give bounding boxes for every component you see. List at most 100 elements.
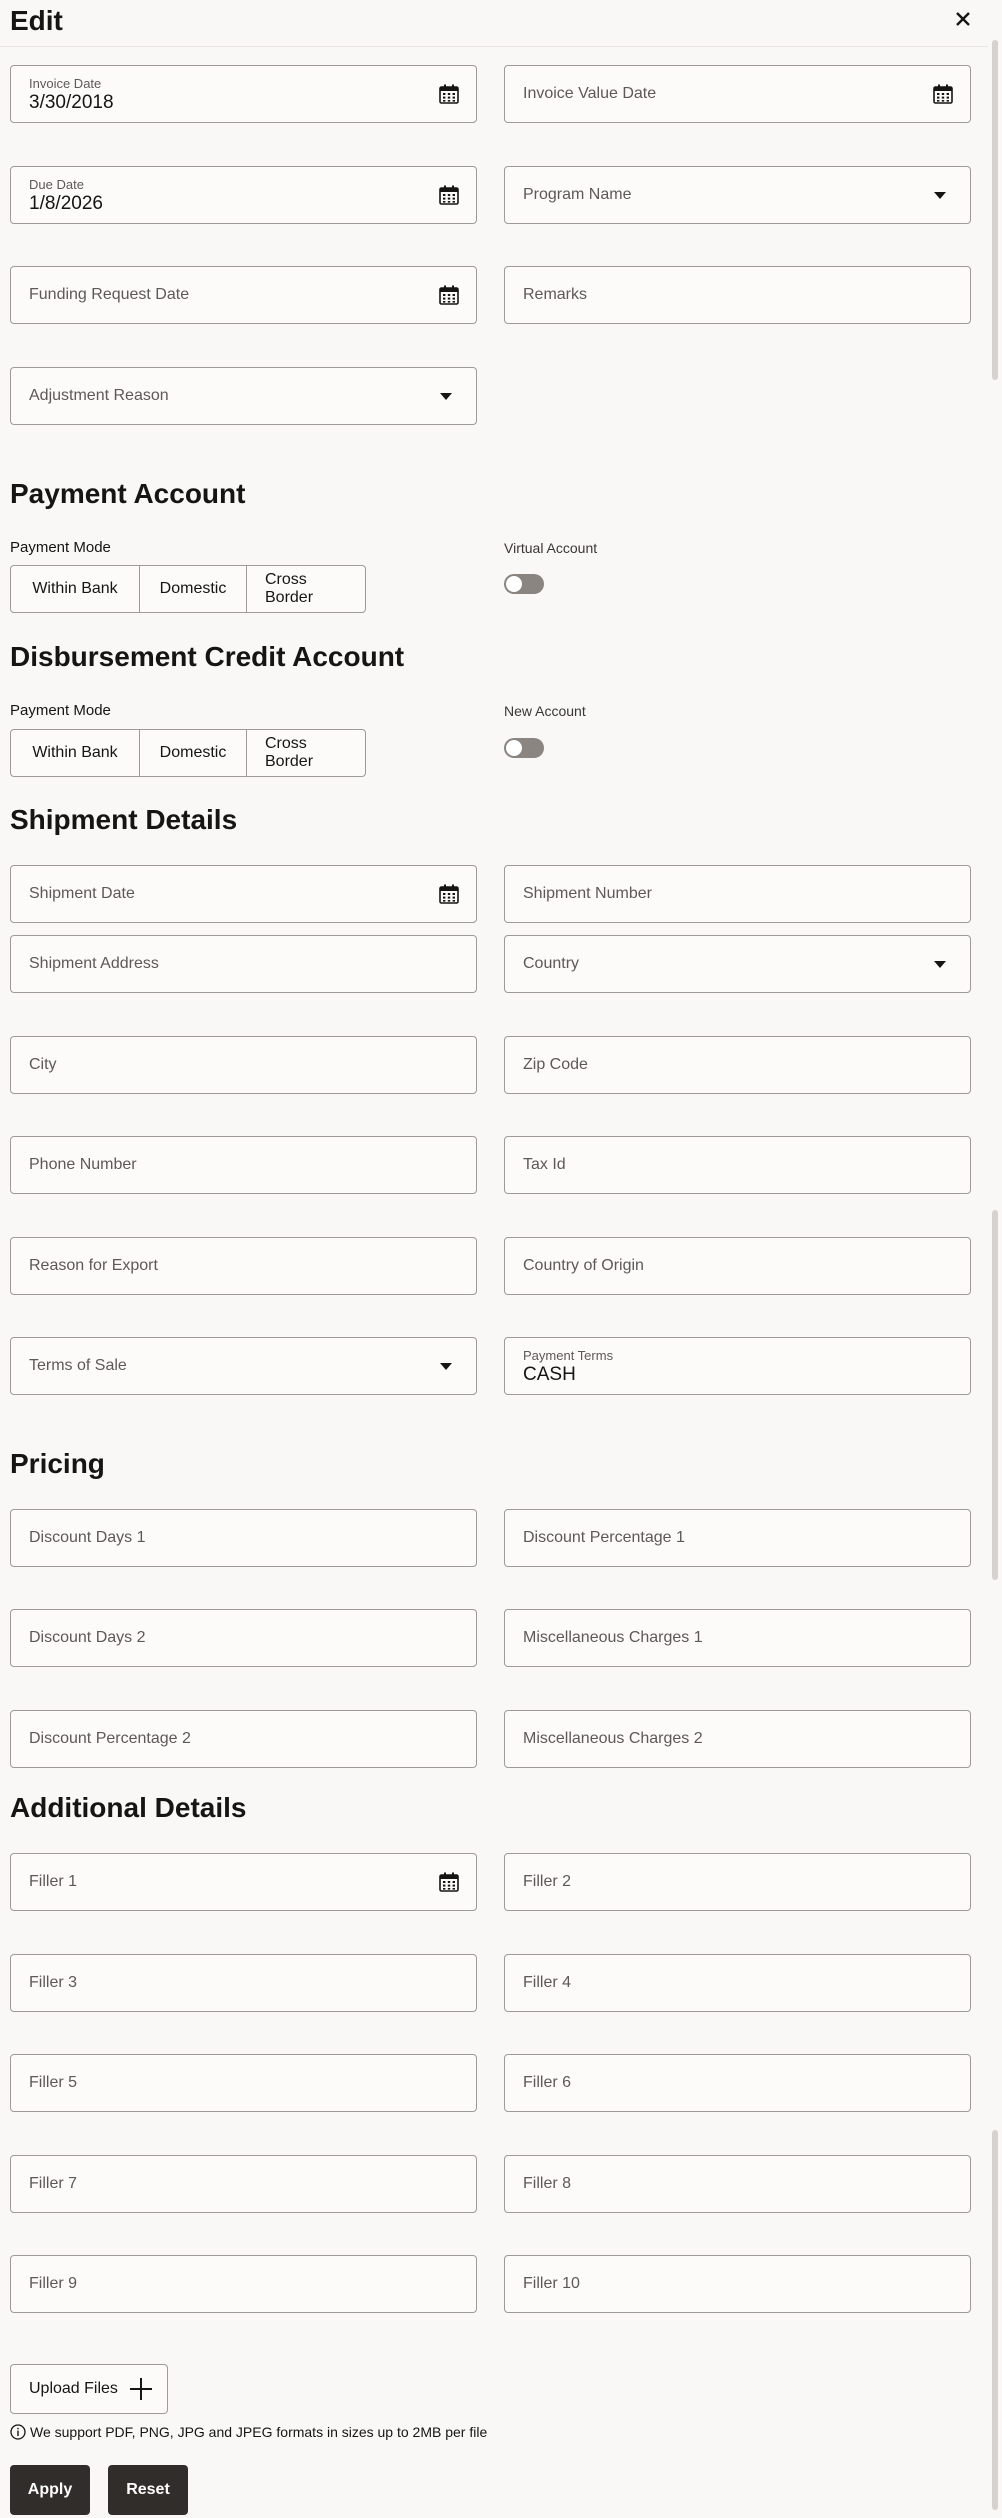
field-label: Discount Days 2: [29, 1629, 146, 1646]
filler-6-field[interactable]: Filler 6: [504, 2054, 971, 2112]
apply-button[interactable]: Apply: [10, 2465, 90, 2515]
field-label: Filler 4: [523, 1974, 572, 1991]
new-account-toggle[interactable]: [504, 738, 544, 758]
misc-charges-2-field[interactable]: Miscellaneous Charges 2: [504, 1710, 971, 1768]
discount-days-2-field[interactable]: Discount Days 2: [10, 1609, 477, 1667]
field-label: Remarks: [523, 286, 588, 303]
filler-8-field[interactable]: Filler 8: [504, 2155, 971, 2213]
filler-9-field[interactable]: Filler 9: [10, 2255, 477, 2313]
payment-mode-label: Payment Mode: [10, 539, 111, 556]
adjustment-reason-select[interactable]: Adjustment Reason: [10, 367, 477, 425]
phone-number-field[interactable]: Phone Number: [10, 1136, 477, 1194]
field-label: City: [29, 1056, 57, 1073]
calendar-icon[interactable]: [438, 184, 460, 206]
due-date-field[interactable]: Due Date 1/8/2026: [10, 166, 477, 224]
filler-10-field[interactable]: Filler 10: [504, 2255, 971, 2313]
field-label: Filler 10: [523, 2275, 580, 2292]
shipment-number-field[interactable]: Shipment Number: [504, 865, 971, 923]
misc-charges-1-field[interactable]: Miscellaneous Charges 1: [504, 1609, 971, 1667]
calendar-icon[interactable]: [932, 83, 954, 105]
field-label: Filler 2: [523, 1873, 572, 1890]
chevron-down-icon[interactable]: [440, 393, 452, 400]
toggle-knob: [506, 740, 522, 756]
calendar-icon[interactable]: [438, 883, 460, 905]
field-label: Filler 3: [29, 1974, 78, 1991]
payment-mode-within-bank[interactable]: Within Bank: [11, 566, 140, 612]
filler-4-field[interactable]: Filler 4: [504, 1954, 971, 2012]
discount-days-1-field[interactable]: Discount Days 1: [10, 1509, 477, 1567]
field-label: Invoice Value Date: [523, 85, 657, 102]
chevron-down-icon[interactable]: [440, 1363, 452, 1370]
toggle-knob: [506, 576, 522, 592]
new-account-label: New Account: [504, 703, 586, 719]
remarks-field[interactable]: Remarks: [504, 266, 971, 324]
section-title-disbursement: Disbursement Credit Account: [10, 641, 405, 672]
field-label: Filler 8: [523, 2175, 572, 2192]
terms-of-sale-select[interactable]: Terms of Sale: [10, 1337, 477, 1395]
payment-mode-segmented-control[interactable]: Within Bank Domestic Cross Border: [10, 565, 366, 613]
country-of-origin-field[interactable]: Country of Origin: [504, 1237, 971, 1295]
city-field[interactable]: City: [10, 1036, 477, 1094]
scrollbar-thumb[interactable]: [992, 40, 998, 380]
virtual-account-label: Virtual Account: [504, 540, 598, 556]
info-icon: [10, 2424, 26, 2440]
filler-1-field[interactable]: Filler 1: [10, 1853, 477, 1911]
invoice-value-date-field[interactable]: Invoice Value Date: [504, 65, 971, 123]
field-label: Funding Request Date: [29, 286, 190, 303]
scrollbar[interactable]: [988, 0, 1002, 2518]
reset-button[interactable]: Reset: [108, 2465, 188, 2515]
calendar-icon[interactable]: [438, 83, 460, 105]
shipment-address-field[interactable]: Shipment Address: [10, 935, 477, 993]
field-label: Terms of Sale: [29, 1357, 127, 1374]
discount-percentage-1-field[interactable]: Discount Percentage 1: [504, 1509, 971, 1567]
country-select[interactable]: Country: [504, 935, 971, 993]
field-label: Due Date: [29, 177, 84, 192]
filler-3-field[interactable]: Filler 3: [10, 1954, 477, 2012]
field-label: Filler 9: [29, 2275, 78, 2292]
plus-icon: [130, 2378, 152, 2400]
calendar-icon[interactable]: [438, 284, 460, 306]
payment-mode-within-bank[interactable]: Within Bank: [11, 730, 140, 776]
funding-request-date-field[interactable]: Funding Request Date: [10, 266, 477, 324]
virtual-account-toggle[interactable]: [504, 574, 544, 594]
field-label: Program Name: [523, 186, 632, 203]
disbursement-payment-mode-segmented-control[interactable]: Within Bank Domestic Cross Border: [10, 729, 366, 777]
section-title-additional: Additional Details: [10, 1792, 247, 1823]
payment-mode-cross-border[interactable]: Cross Border: [247, 730, 365, 776]
shipment-date-field[interactable]: Shipment Date: [10, 865, 477, 923]
chevron-down-icon[interactable]: [934, 961, 946, 968]
field-label: Filler 6: [523, 2074, 572, 2091]
upload-support-note: We support PDF, PNG, JPG and JPEG format…: [10, 2424, 487, 2440]
field-label: Zip Code: [523, 1056, 588, 1073]
payment-mode-cross-border[interactable]: Cross Border: [247, 566, 365, 612]
upload-files-label: Upload Files: [29, 2380, 118, 2397]
calendar-icon[interactable]: [438, 1871, 460, 1893]
field-value: 1/8/2026: [29, 193, 103, 214]
field-label: Discount Days 1: [29, 1529, 146, 1546]
filler-2-field[interactable]: Filler 2: [504, 1853, 971, 1911]
discount-percentage-2-field[interactable]: Discount Percentage 2: [10, 1710, 477, 1768]
dialog-header: Edit: [0, 0, 988, 47]
payment-mode-domestic[interactable]: Domestic: [140, 730, 247, 776]
field-label: Miscellaneous Charges 1: [523, 1629, 703, 1646]
zip-code-field[interactable]: Zip Code: [504, 1036, 971, 1094]
field-label: Discount Percentage 2: [29, 1730, 191, 1747]
field-value: CASH: [523, 1364, 576, 1385]
scrollbar-thumb[interactable]: [992, 1210, 998, 1580]
invoice-date-field[interactable]: Invoice Date 3/30/2018: [10, 65, 477, 123]
scrollbar-thumb[interactable]: [992, 2130, 998, 2510]
reason-for-export-field[interactable]: Reason for Export: [10, 1237, 477, 1295]
payment-mode-domestic[interactable]: Domestic: [140, 566, 247, 612]
field-label: Discount Percentage 1: [523, 1529, 685, 1546]
filler-7-field[interactable]: Filler 7: [10, 2155, 477, 2213]
program-name-select[interactable]: Program Name: [504, 166, 971, 224]
filler-5-field[interactable]: Filler 5: [10, 2054, 477, 2112]
payment-terms-field[interactable]: Payment Terms CASH: [504, 1337, 971, 1395]
close-icon[interactable]: [948, 4, 978, 34]
tax-id-field[interactable]: Tax Id: [504, 1136, 971, 1194]
page-title: Edit: [10, 5, 63, 36]
upload-files-button[interactable]: Upload Files: [10, 2364, 168, 2414]
field-label: Filler 5: [29, 2074, 78, 2091]
chevron-down-icon[interactable]: [934, 192, 946, 199]
section-title-pricing: Pricing: [10, 1448, 105, 1479]
